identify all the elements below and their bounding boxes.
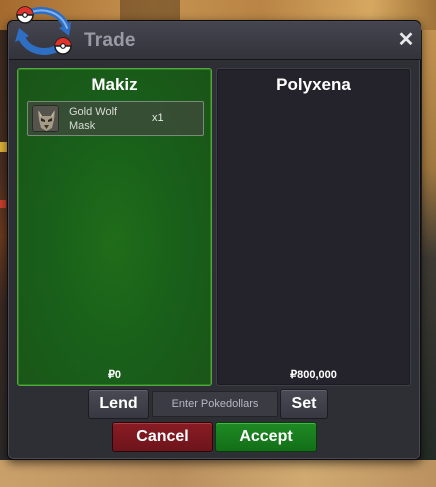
trade-item-quantity: x1 [152, 112, 164, 124]
trade-item[interactable]: Gold Wolf Mask x1 [27, 101, 204, 136]
background-right-edge [422, 30, 436, 487]
background-shadow [120, 0, 180, 20]
set-money-button[interactable]: Set [280, 389, 328, 419]
background-floor [0, 460, 436, 487]
accept-button[interactable]: Accept [215, 422, 317, 452]
partner-offer-panel: Polyxena ₽800,000 [216, 68, 411, 386]
partner-offered-money: ₽800,000 [290, 369, 337, 381]
lend-button[interactable]: Lend [88, 389, 149, 419]
background-marker [0, 200, 6, 208]
my-offer-panel: Makiz Gold Wolf Mask x1 ₽0 [17, 68, 212, 386]
window-title: Trade [84, 30, 136, 51]
my-offered-money: ₽0 [107, 369, 122, 381]
partner-trainer-name: Polyxena [276, 75, 351, 94]
trade-panels: Makiz Gold Wolf Mask x1 ₽0 Polyxena ₽800… [17, 68, 413, 386]
wolf-mask-icon [32, 105, 59, 132]
my-trainer-name: Makiz [91, 75, 138, 94]
pokeball-swap-logo [9, 2, 79, 62]
cancel-button[interactable]: Cancel [112, 422, 213, 452]
close-icon[interactable]: ✕ [397, 30, 415, 50]
pokedollar-input[interactable] [152, 391, 278, 417]
trade-dialog: Trade ✕ Makiz Gold Wolf Mask x1 ₽0 Polyx… [7, 20, 421, 460]
trade-item-name: Gold Wolf Mask [69, 106, 118, 132]
